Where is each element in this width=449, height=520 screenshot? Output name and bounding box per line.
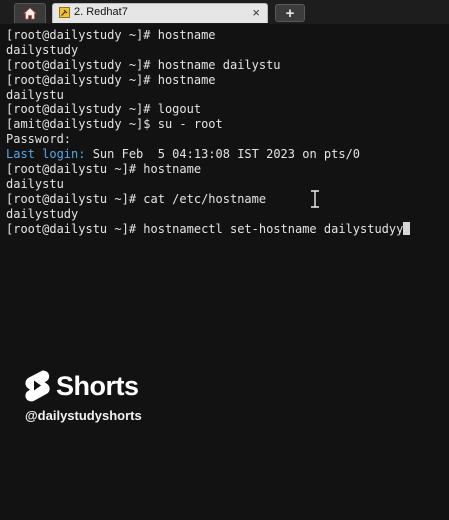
terminal-text: [root@dailystudy ~]# hostname bbox=[6, 72, 216, 87]
terminal-line: dailystu bbox=[6, 88, 449, 103]
terminal-cursor bbox=[403, 221, 411, 235]
terminal-output[interactable]: [root@dailystudy ~]# hostname dailystudy[… bbox=[0, 24, 449, 520]
terminal-text: Password: bbox=[6, 132, 72, 147]
text-cursor-ibeam-icon bbox=[311, 190, 319, 208]
terminal-line: [root@dailystudy ~]# hostname bbox=[6, 73, 449, 88]
last-login-label: Last login: bbox=[6, 147, 86, 162]
tab-close-button[interactable]: × bbox=[252, 5, 260, 20]
terminal-text: [amit@dailystudy ~]$ su - root bbox=[6, 117, 223, 132]
terminal-text: dailystu bbox=[6, 87, 64, 102]
home-icon bbox=[23, 7, 37, 20]
plus-icon: + bbox=[285, 4, 295, 22]
terminal-text: Sun Feb 5 04:13:08 IST 2023 on pts/0 bbox=[85, 147, 361, 162]
shorts-icon bbox=[25, 370, 50, 402]
shorts-brand-text: Shorts bbox=[56, 370, 139, 401]
terminal-line: dailystudy bbox=[6, 43, 449, 58]
terminal-line: dailystu bbox=[6, 177, 449, 192]
terminal-lines: [root@dailystudy ~]# hostname dailystudy[… bbox=[6, 28, 449, 236]
terminal-line: [root@dailystu ~]# cat /etc/hostname bbox=[6, 192, 449, 207]
terminal-text: [root@dailystu ~]# hostnamectl set-hostn… bbox=[6, 221, 404, 236]
session-key-icon bbox=[59, 7, 70, 18]
terminal-line: [root@dailystu ~]# hostname bbox=[6, 162, 449, 177]
shorts-logo: Shorts bbox=[24, 368, 139, 404]
tab-bar: 2. Redhat7 × + bbox=[0, 0, 449, 25]
terminal-text: dailystudy bbox=[6, 42, 79, 57]
terminal-line: dailystudy bbox=[6, 207, 449, 222]
terminal-line: [root@dailystu ~]# hostnamectl set-hostn… bbox=[6, 221, 449, 237]
terminal-line: [root@dailystudy ~]# hostname dailystu bbox=[6, 58, 449, 73]
terminal-line: Password: bbox=[6, 132, 449, 147]
terminal-line: Last login: Sun Feb 5 04:13:08 IST 2023 … bbox=[6, 147, 449, 162]
terminal-text: dailystu bbox=[6, 176, 64, 191]
terminal-text: [root@dailystu ~]# hostname bbox=[6, 162, 202, 177]
home-tab[interactable] bbox=[14, 3, 46, 23]
terminal-line: [root@dailystudy ~]# hostname bbox=[6, 28, 449, 43]
terminal-text: dailystudy bbox=[6, 206, 79, 221]
terminal-text: [root@dailystudy ~]# logout bbox=[6, 102, 202, 117]
terminal-line: [amit@dailystudy ~]$ su - root bbox=[6, 117, 449, 132]
terminal-text: [root@dailystu ~]# cat /etc/hostname bbox=[6, 191, 267, 206]
terminal-line: [root@dailystudy ~]# logout bbox=[6, 102, 449, 117]
channel-handle: @dailystudyshorts bbox=[25, 408, 142, 423]
terminal-text: [root@dailystudy ~]# hostname dailystu bbox=[6, 57, 281, 72]
tab-session[interactable]: 2. Redhat7 × bbox=[52, 3, 268, 23]
tab-session-label: 2. Redhat7 bbox=[74, 6, 128, 18]
terminal-text: [root@dailystudy ~]# hostname bbox=[6, 28, 216, 42]
new-tab-button[interactable]: + bbox=[275, 4, 305, 22]
